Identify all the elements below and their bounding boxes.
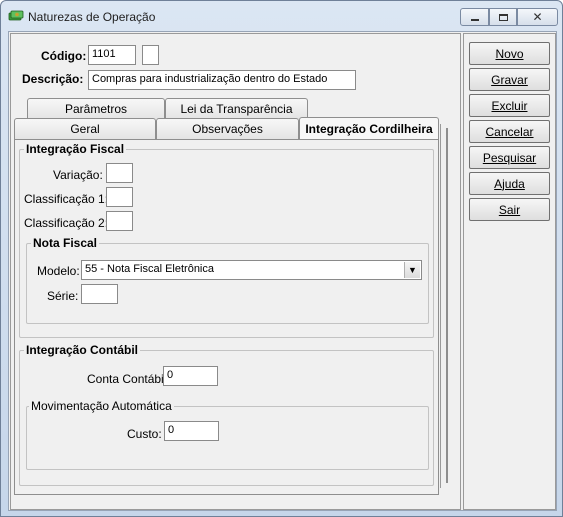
close-icon: ✕	[532, 10, 543, 24]
variacao-input[interactable]	[106, 163, 133, 183]
maximize-button[interactable]	[489, 8, 517, 26]
conta-contabil-input[interactable]: 0	[163, 366, 218, 386]
custo-input[interactable]: 0	[164, 421, 219, 441]
window-title: Naturezas de Operação	[28, 10, 156, 24]
modelo-select[interactable]: 55 - Nota Fiscal Eletrônica ▼	[81, 260, 422, 280]
modelo-select-value: 55 - Nota Fiscal Eletrônica	[85, 263, 214, 275]
cancelar-button[interactable]: Cancelar	[469, 120, 550, 143]
codigo-label: Código:	[41, 49, 87, 63]
classificacao1-input[interactable]	[106, 187, 133, 207]
ajuda-button[interactable]: Ajuda	[469, 172, 550, 195]
integracao-fiscal-title: Integração Fiscal	[24, 142, 127, 156]
tab-observacoes[interactable]: Observações	[156, 118, 299, 139]
descricao-label: Descrição:	[22, 72, 84, 86]
descricao-input[interactable]: Compras para industrialização dentro do …	[88, 70, 356, 90]
classificacao2-label: Classificação 2:	[24, 216, 109, 230]
pesquisar-button[interactable]: Pesquisar	[469, 146, 550, 169]
minimize-icon	[470, 19, 479, 21]
sair-button[interactable]: Sair	[469, 198, 550, 221]
integracao-fiscal-group: Integração Fiscal Variação: Classificaçã…	[19, 142, 434, 338]
tab-integracao-cordilheira[interactable]: Integração Cordilheira	[299, 117, 439, 139]
tab-page-integracao-cordilheira: Integração Fiscal Variação: Classificaçã…	[14, 139, 439, 495]
close-button[interactable]: ✕	[517, 8, 558, 26]
action-panel: Novo Gravar Excluir Cancelar Pesquisar A…	[463, 33, 556, 510]
serie-label: Série:	[47, 289, 79, 303]
movimentacao-title: Movimentação Automática	[29, 399, 174, 413]
tab-parametros[interactable]: Parâmetros	[27, 98, 165, 119]
novo-button[interactable]: Novo	[469, 42, 550, 65]
title-bar[interactable]: Naturezas de Operação ✕	[1, 1, 562, 31]
custo-label: Custo:	[127, 427, 162, 441]
codigo-input[interactable]: 1101	[88, 45, 136, 65]
movimentacao-group: Movimentação Automática Custo: 0	[26, 399, 429, 470]
serie-input[interactable]	[81, 284, 118, 304]
app-window: Naturezas de Operação ✕ Código: 1101 Des…	[0, 0, 563, 517]
nota-fiscal-title: Nota Fiscal	[31, 236, 100, 250]
tab-lei-transparencia[interactable]: Lei da Transparência	[165, 98, 308, 119]
variacao-label: Variação:	[53, 168, 103, 182]
form-panel: Código: 1101 Descrição: Compras para ind…	[10, 33, 461, 510]
conta-contabil-label: Conta Contábil:	[87, 372, 170, 386]
modelo-label: Modelo:	[37, 264, 80, 278]
tab-stack-edge	[440, 124, 441, 488]
excluir-button[interactable]: Excluir	[469, 94, 550, 117]
classificacao2-input[interactable]	[106, 211, 133, 231]
tab-geral-label: Geral	[70, 122, 100, 136]
integracao-contabil-group: Integração Contábil Conta Contábil: 0 Mo…	[19, 343, 434, 486]
app-icon	[8, 10, 24, 21]
chevron-down-icon[interactable]: ▼	[404, 262, 420, 278]
minimize-button[interactable]	[460, 8, 489, 26]
nota-fiscal-group: Nota Fiscal Modelo: 55 - Nota Fiscal Ele…	[26, 236, 429, 324]
tab-stack-edge-outer	[446, 128, 448, 483]
tab-observacoes-label: Observações	[192, 122, 263, 136]
codigo-extra-input[interactable]	[142, 45, 159, 65]
tab-geral[interactable]: Geral	[14, 118, 156, 139]
client-area: Código: 1101 Descrição: Compras para ind…	[8, 31, 557, 511]
gravar-button[interactable]: Gravar	[469, 68, 550, 91]
tab-parametros-label: Parâmetros	[64, 102, 128, 116]
tab-integracao-cordilheira-label: Integração Cordilheira	[305, 121, 433, 136]
integracao-contabil-title: Integração Contábil	[24, 343, 141, 357]
tab-lei-transparencia-label: Lei da Transparência	[180, 102, 293, 116]
classificacao1-label: Classificação 1:	[24, 192, 109, 206]
maximize-icon	[498, 13, 508, 21]
